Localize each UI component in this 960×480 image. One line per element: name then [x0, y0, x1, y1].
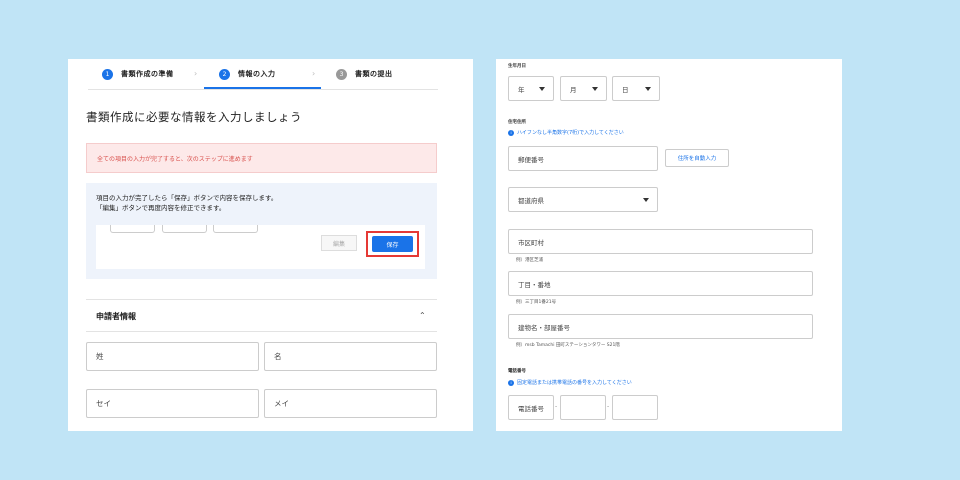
phone-hint: i 固定電話または携帯電話の番号を入力してください: [508, 379, 632, 386]
step-number: 2: [219, 68, 230, 80]
divider: [86, 299, 437, 300]
postal-code-field[interactable]: 郵便番号: [508, 146, 658, 171]
example-card: 編集 保存: [96, 225, 425, 269]
birth-month-value: 月: [570, 85, 577, 94]
phone-separator: -: [607, 403, 610, 410]
prefecture-value: 都道府県: [518, 196, 544, 205]
info-icon: i: [508, 379, 514, 386]
step-number: 3: [336, 68, 347, 80]
page-title: 書類作成に必要な情報を入力しましょう: [86, 110, 302, 124]
save-button-highlight: 保存: [366, 231, 419, 257]
save-button[interactable]: 保存: [372, 236, 413, 252]
caret-down-icon: [539, 86, 545, 91]
application-form-right: 生年月日 年 月 日 住宅住所 i ハイフンなし半角数字(7桁)で入力してくださ…: [496, 59, 842, 431]
instructions-text: 項目の入力が完了したら「保存」ボタンで内容を保存します。 「編集」ボタンで再度内…: [96, 193, 277, 213]
block-field[interactable]: 丁目・番地: [508, 271, 813, 296]
step-label: 書類作成の準備: [121, 70, 174, 78]
birthdate-label: 生年月日: [508, 64, 526, 69]
caret-down-icon: [645, 86, 651, 91]
chevron-right-icon: ›: [194, 69, 198, 78]
phone-label: 電話番号: [508, 369, 526, 374]
progress-stepper: 1 書類作成の準備 › 2 情報の入力 › 3 書類の提出: [68, 59, 473, 91]
block-example: 例）三丁目1番21号: [516, 300, 557, 305]
birth-day-select[interactable]: 日: [612, 76, 660, 101]
city-example: 例）港区芝浦: [516, 258, 543, 263]
step-number: 1: [102, 68, 113, 80]
applicant-section-title[interactable]: 申請者情報: [96, 311, 136, 322]
instructions-line-2: 「編集」ボタンで再度内容を修正できます。: [96, 204, 226, 212]
phone-hint-text: 固定電話または携帯電話の番号を入力してください: [517, 380, 632, 386]
building-field[interactable]: 建物名・部屋番号: [508, 314, 813, 339]
validation-alert: 全ての項目の入力が完了すると、次のステップに進めます: [86, 143, 437, 173]
first-name-field[interactable]: 名: [264, 342, 437, 371]
info-icon: i: [508, 129, 514, 136]
caret-down-icon: [592, 86, 598, 91]
address-hint-text: ハイフンなし半角数字(7桁)で入力してください: [517, 130, 624, 136]
active-step-indicator: [204, 87, 321, 89]
prefecture-select[interactable]: 都道府県: [508, 187, 658, 212]
building-example: 例）msb Tamachi 田町ステーションタワー S21階: [516, 343, 620, 348]
example-field: [213, 225, 258, 233]
phone-separator: -: [555, 403, 558, 410]
caret-down-icon: [643, 197, 649, 202]
birth-year-select[interactable]: 年: [508, 76, 554, 101]
address-label: 住宅住所: [508, 120, 526, 125]
step-submit[interactable]: 3 書類の提出: [336, 59, 393, 89]
instructions-line-1: 項目の入力が完了したら「保存」ボタンで内容を保存します。: [96, 194, 278, 202]
last-name-kana-field[interactable]: セイ: [86, 389, 259, 418]
step-preparation[interactable]: 1 書類作成の準備: [102, 59, 174, 89]
birth-month-select[interactable]: 月: [560, 76, 607, 101]
city-field[interactable]: 市区町村: [508, 229, 813, 254]
address-hint: i ハイフンなし半角数字(7桁)で入力してください: [508, 129, 624, 136]
divider: [88, 89, 438, 90]
first-name-kana-field[interactable]: メイ: [264, 389, 437, 418]
birth-year-value: 年: [518, 85, 525, 94]
phone-field-2[interactable]: [560, 395, 606, 420]
birth-day-value: 日: [622, 85, 629, 94]
divider: [86, 331, 437, 332]
chevron-up-icon[interactable]: ⌃: [419, 311, 426, 320]
edit-button[interactable]: 編集: [321, 235, 357, 251]
application-form-left: 1 書類作成の準備 › 2 情報の入力 › 3 書類の提出 書類作成に必要な情報…: [68, 59, 473, 431]
last-name-field[interactable]: 姓: [86, 342, 259, 371]
step-label: 書類の提出: [355, 70, 393, 78]
autofill-address-button[interactable]: 住所を自動入力: [665, 149, 729, 167]
example-field: [110, 225, 155, 233]
step-label: 情報の入力: [238, 70, 276, 78]
example-field: [162, 225, 207, 233]
phone-field-1[interactable]: 電話番号: [508, 395, 554, 420]
save-instructions-box: 項目の入力が完了したら「保存」ボタンで内容を保存します。 「編集」ボタンで再度内…: [86, 183, 437, 279]
chevron-right-icon: ›: [312, 69, 316, 78]
step-input[interactable]: 2 情報の入力: [219, 59, 276, 89]
phone-field-3[interactable]: [612, 395, 658, 420]
